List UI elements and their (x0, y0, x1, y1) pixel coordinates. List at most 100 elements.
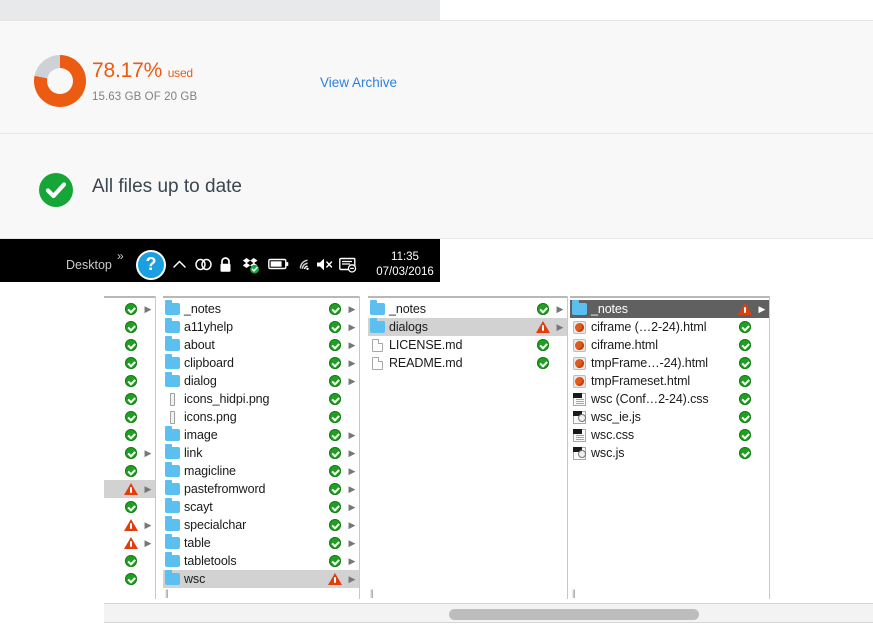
disclosure-arrow-icon[interactable]: ▶ (345, 358, 359, 369)
file-row[interactable]: icons.png (163, 408, 359, 426)
volume-muted-icon[interactable] (316, 257, 334, 272)
disclosure-arrow-icon[interactable]: ▶ (345, 538, 359, 549)
horizontal-scrollbar-thumb[interactable] (449, 609, 699, 620)
column-top-rule (163, 296, 359, 298)
file-icon-cell (163, 410, 181, 424)
disclosure-arrow-icon[interactable]: ▶ (755, 304, 769, 315)
file-row[interactable]: wsc_ie.js (570, 408, 769, 426)
status-row[interactable] (104, 552, 155, 570)
file-row[interactable]: about ▶ (163, 336, 359, 354)
link-chain-icon[interactable] (194, 257, 213, 272)
action-center-icon[interactable] (339, 257, 357, 273)
file-icon-cell (570, 374, 588, 388)
chevron-up-icon[interactable] (171, 257, 188, 272)
status-row[interactable]: ▶ (104, 534, 155, 552)
warning-triangle-icon (536, 321, 550, 333)
file-row[interactable]: clipboard ▶ (163, 354, 359, 372)
status-row[interactable] (104, 354, 155, 372)
status-row[interactable] (104, 336, 155, 354)
status-row[interactable]: ▶ (104, 444, 155, 462)
file-row[interactable]: ciframe.html (570, 336, 769, 354)
file-row[interactable]: _notes ▶ (368, 300, 567, 318)
sync-status-icon-cell (121, 537, 141, 549)
wifi-icon[interactable] (296, 257, 313, 272)
column-resize-grip[interactable]: || (165, 588, 169, 598)
file-row[interactable]: pastefromword ▶ (163, 480, 359, 498)
file-row[interactable]: _notes ▶ (570, 300, 769, 318)
status-row[interactable]: ▶ (104, 480, 155, 498)
sync-status-icon-cell (121, 501, 141, 513)
disclosure-arrow-icon[interactable]: ▶ (345, 520, 359, 531)
file-row[interactable]: LICENSE.md (368, 336, 567, 354)
disclosure-arrow-icon[interactable]: ▶ (141, 484, 155, 495)
status-row[interactable] (104, 426, 155, 444)
status-row[interactable] (104, 570, 155, 588)
file-row[interactable]: tmpFrame…-24).html (570, 354, 769, 372)
file-row[interactable]: README.md (368, 354, 567, 372)
folder-icon (164, 552, 180, 567)
check-circle-icon (329, 537, 341, 549)
taskbar-desktop-label[interactable]: Desktop (66, 258, 112, 272)
file-row[interactable]: wsc ▶ (163, 570, 359, 588)
file-row[interactable]: link ▶ (163, 444, 359, 462)
file-row[interactable]: magicline ▶ (163, 462, 359, 480)
folder-icon (164, 534, 180, 549)
file-row[interactable]: wsc.js (570, 444, 769, 462)
disclosure-arrow-icon[interactable]: ▶ (345, 556, 359, 567)
disclosure-arrow-icon[interactable]: ▶ (345, 448, 359, 459)
status-row[interactable] (104, 498, 155, 516)
disclosure-arrow-icon[interactable]: ▶ (345, 502, 359, 513)
file-row[interactable]: table ▶ (163, 534, 359, 552)
horizontal-scrollbar-track[interactable] (104, 603, 873, 623)
file-row[interactable]: ciframe (…2-24).html (570, 318, 769, 336)
check-circle-icon (125, 339, 137, 351)
disclosure-arrow-icon[interactable]: ▶ (141, 538, 155, 549)
file-row[interactable]: dialogs ▶ (368, 318, 567, 336)
file-row[interactable]: image ▶ (163, 426, 359, 444)
disclosure-arrow-icon[interactable]: ▶ (345, 304, 359, 315)
disclosure-arrow-icon[interactable]: ▶ (345, 340, 359, 351)
status-row[interactable] (104, 462, 155, 480)
disclosure-arrow-icon[interactable]: ▶ (345, 376, 359, 387)
check-circle-icon (329, 555, 341, 567)
status-row[interactable] (104, 408, 155, 426)
status-row[interactable]: ▶ (104, 300, 155, 318)
column-files-3[interactable]: _notes ▶ dialogs ▶ LICENSE.md README.md || (368, 296, 568, 599)
disclosure-arrow-icon[interactable]: ▶ (553, 304, 567, 315)
file-row[interactable]: a11yhelp ▶ (163, 318, 359, 336)
column-files-2[interactable]: _notes ▶ a11yhelp ▶ about ▶ clipboard ▶ dialog ▶ i… (163, 296, 360, 599)
dropbox-synced-icon[interactable] (242, 257, 260, 274)
column-status-1[interactable]: ▶ ▶ ▶ ▶ ▶ (104, 296, 156, 599)
disclosure-arrow-icon[interactable]: ▶ (553, 322, 567, 333)
status-row[interactable] (104, 318, 155, 336)
column-resize-grip[interactable]: || (370, 588, 374, 598)
column-resize-grip[interactable]: || (572, 588, 576, 598)
disclosure-arrow-icon[interactable]: ▶ (345, 484, 359, 495)
status-row[interactable] (104, 390, 155, 408)
taskbar-overflow-icon[interactable]: » (117, 249, 124, 263)
help-button[interactable]: ? (136, 250, 166, 280)
disclosure-arrow-icon[interactable]: ▶ (345, 574, 359, 585)
file-row[interactable]: icons_hidpi.png (163, 390, 359, 408)
file-row[interactable]: specialchar ▶ (163, 516, 359, 534)
disclosure-arrow-icon[interactable]: ▶ (345, 466, 359, 477)
file-row[interactable]: _notes ▶ (163, 300, 359, 318)
status-row[interactable] (104, 372, 155, 390)
status-row[interactable]: ▶ (104, 516, 155, 534)
file-row[interactable]: tmpFrameset.html (570, 372, 769, 390)
column-files-4[interactable]: _notes ▶ ciframe (…2-24).html ciframe.html t… (570, 296, 770, 599)
file-row[interactable]: wsc (Conf…2-24).css (570, 390, 769, 408)
file-row[interactable]: scayt ▶ (163, 498, 359, 516)
lock-icon[interactable] (218, 257, 233, 273)
taskbar-clock[interactable]: 11:35 07/03/2016 (373, 250, 437, 280)
disclosure-arrow-icon[interactable]: ▶ (141, 520, 155, 531)
disclosure-arrow-icon[interactable]: ▶ (141, 304, 155, 315)
check-circle-icon (125, 465, 137, 477)
disclosure-arrow-icon[interactable]: ▶ (345, 322, 359, 333)
disclosure-arrow-icon[interactable]: ▶ (141, 448, 155, 459)
file-row[interactable]: tabletools ▶ (163, 552, 359, 570)
battery-icon[interactable] (268, 257, 289, 271)
file-row[interactable]: dialog ▶ (163, 372, 359, 390)
disclosure-arrow-icon[interactable]: ▶ (345, 430, 359, 441)
file-row[interactable]: wsc.css (570, 426, 769, 444)
